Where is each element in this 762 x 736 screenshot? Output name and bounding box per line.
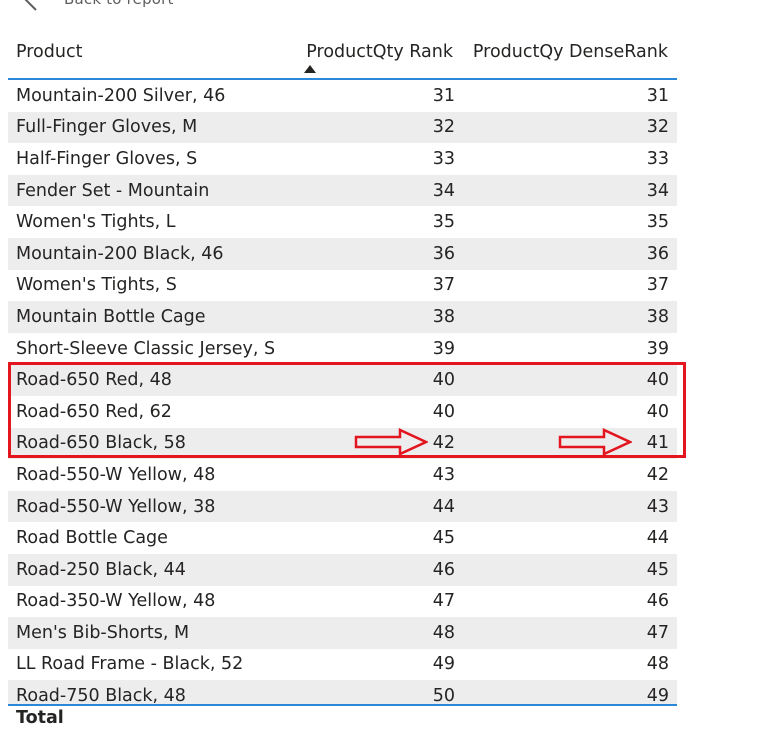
productqy-denserank-cell: 49 xyxy=(646,686,669,706)
product-cell: Road-650 Black, 58 xyxy=(16,433,186,454)
table-row[interactable]: Road Bottle Cage 45 44 xyxy=(8,522,677,554)
table-row[interactable]: Road-550-W Yellow, 38 44 43 xyxy=(8,490,677,523)
productqy-denserank-cell: 43 xyxy=(646,496,669,517)
productqty-rank-cell: 33 xyxy=(432,148,455,169)
productqty-rank-cell: 47 xyxy=(432,591,455,612)
productqy-denserank-cell: 35 xyxy=(646,212,669,233)
productqty-rank-cell: 49 xyxy=(432,654,455,675)
productqy-denserank-cell: 47 xyxy=(646,622,669,643)
productqy-denserank-cell: 39 xyxy=(646,338,669,359)
sort-ascending-icon xyxy=(304,65,316,73)
productqty-rank-cell: 44 xyxy=(432,496,455,517)
product-cell: Men's Bib-Shorts, M xyxy=(16,622,190,643)
productqy-denserank-cell: 31 xyxy=(646,85,669,106)
table-row[interactable]: Short-Sleeve Classic Jersey, S 39 39 xyxy=(8,333,677,365)
product-cell: Full-Finger Gloves, M xyxy=(16,117,198,138)
back-label: Back to report xyxy=(64,0,174,8)
productqty-rank-cell: 48 xyxy=(432,622,455,643)
productqy-denserank-cell: 45 xyxy=(646,559,669,580)
total-row-label: Total xyxy=(16,708,64,728)
product-cell: LL Road Frame - Black, 52 xyxy=(16,654,244,675)
table-row[interactable]: Women's Tights, S 37 37 xyxy=(8,270,677,302)
productqty-rank-cell: 42 xyxy=(432,433,455,454)
product-cell: Mountain-200 Silver, 46 xyxy=(16,85,226,106)
column-header-product[interactable]: Product xyxy=(16,42,82,62)
product-cell: Road-650 Red, 62 xyxy=(16,401,172,422)
productqty-rank-cell: 46 xyxy=(432,559,455,580)
table-row[interactable]: Road-350-W Yellow, 48 47 46 xyxy=(8,586,677,618)
product-cell: Road-750 Black, 48 xyxy=(16,686,186,706)
productqty-rank-cell: 38 xyxy=(432,306,455,327)
table-row[interactable]: Road-650 Red, 48 40 40 xyxy=(8,364,677,396)
productqty-rank-cell: 39 xyxy=(432,338,455,359)
product-cell: Women's Tights, S xyxy=(16,275,177,296)
back-to-report-button[interactable]: Back to report xyxy=(18,0,174,12)
column-header-productqty-rank[interactable]: ProductQty Rank xyxy=(306,42,453,62)
table-row[interactable]: Road-650 Red, 62 40 40 xyxy=(8,396,677,428)
table-row[interactable]: Road-650 Black, 58 42 41 xyxy=(8,427,677,460)
table-row[interactable]: Fender Set - Mountain 34 34 xyxy=(8,174,677,207)
table-row[interactable]: Full-Finger Gloves, M 32 32 xyxy=(8,111,677,144)
productqty-rank-cell: 40 xyxy=(432,401,455,422)
productqty-rank-cell: 50 xyxy=(432,686,455,706)
product-cell: Road-650 Red, 48 xyxy=(16,370,172,391)
table-row[interactable]: Men's Bib-Shorts, M 48 47 xyxy=(8,617,677,649)
product-rank-table: Product ProductQty Rank ProductQy DenseR… xyxy=(8,36,677,706)
table-row[interactable]: Mountain-200 Silver, 46 31 31 xyxy=(8,80,677,112)
product-cell: Road-350-W Yellow, 48 xyxy=(16,591,216,612)
product-cell: Women's Tights, L xyxy=(16,212,176,233)
table-body[interactable]: Mountain-200 Silver, 46 31 31 Full-Finger G… xyxy=(8,80,677,706)
product-cell: Road-550-W Yellow, 48 xyxy=(16,464,216,485)
productqty-rank-cell: 31 xyxy=(432,85,455,106)
product-cell: Road Bottle Cage xyxy=(16,528,168,549)
productqy-denserank-cell: 38 xyxy=(646,306,669,327)
table-row[interactable]: Mountain Bottle Cage 38 38 xyxy=(8,301,677,333)
table-row[interactable]: Half-Finger Gloves, S 33 33 xyxy=(8,143,677,175)
productqty-rank-cell: 36 xyxy=(432,243,455,264)
productqty-rank-cell: 43 xyxy=(432,464,455,485)
table-row[interactable]: Women's Tights, L 35 35 xyxy=(8,206,677,238)
productqy-denserank-cell: 32 xyxy=(646,117,669,138)
table-row[interactable]: Road-250 Black, 44 46 45 xyxy=(8,553,677,586)
product-cell: Short-Sleeve Classic Jersey, S xyxy=(16,338,276,359)
productqy-denserank-cell: 48 xyxy=(646,654,669,675)
table-row[interactable]: Mountain-200 Black, 46 36 36 xyxy=(8,237,677,270)
table-row[interactable]: Road-550-W Yellow, 48 43 42 xyxy=(8,459,677,491)
product-cell: Fender Set - Mountain xyxy=(16,180,210,201)
productqy-denserank-cell: 44 xyxy=(646,528,669,549)
productqy-denserank-cell: 41 xyxy=(646,433,669,454)
table-row[interactable]: Road-750 Black, 48 50 49 xyxy=(8,680,677,706)
productqty-rank-cell: 35 xyxy=(432,212,455,233)
productqy-denserank-cell: 37 xyxy=(646,275,669,296)
productqy-denserank-cell: 42 xyxy=(646,464,669,485)
table-header: Product ProductQty Rank ProductQy DenseR… xyxy=(8,36,677,80)
productqty-rank-cell: 45 xyxy=(432,528,455,549)
product-cell: Half-Finger Gloves, S xyxy=(16,148,198,169)
column-header-productqy-denserank[interactable]: ProductQy DenseRank xyxy=(473,42,668,62)
productqty-rank-cell: 34 xyxy=(432,180,455,201)
product-cell: Road-250 Black, 44 xyxy=(16,559,186,580)
productqy-denserank-cell: 36 xyxy=(646,243,669,264)
productqty-rank-cell: 37 xyxy=(432,275,455,296)
product-cell: Road-550-W Yellow, 38 xyxy=(16,496,216,517)
product-cell: Mountain-200 Black, 46 xyxy=(16,243,224,264)
productqy-denserank-cell: 33 xyxy=(646,148,669,169)
productqty-rank-cell: 32 xyxy=(432,117,455,138)
table-row[interactable]: LL Road Frame - Black, 52 49 48 xyxy=(8,649,677,681)
productqy-denserank-cell: 34 xyxy=(646,180,669,201)
productqy-denserank-cell: 40 xyxy=(646,401,669,422)
chevron-left-icon xyxy=(24,0,37,11)
product-cell: Mountain Bottle Cage xyxy=(16,306,206,327)
productqy-denserank-cell: 40 xyxy=(646,370,669,391)
productqty-rank-cell: 40 xyxy=(432,370,455,391)
productqy-denserank-cell: 46 xyxy=(646,591,669,612)
